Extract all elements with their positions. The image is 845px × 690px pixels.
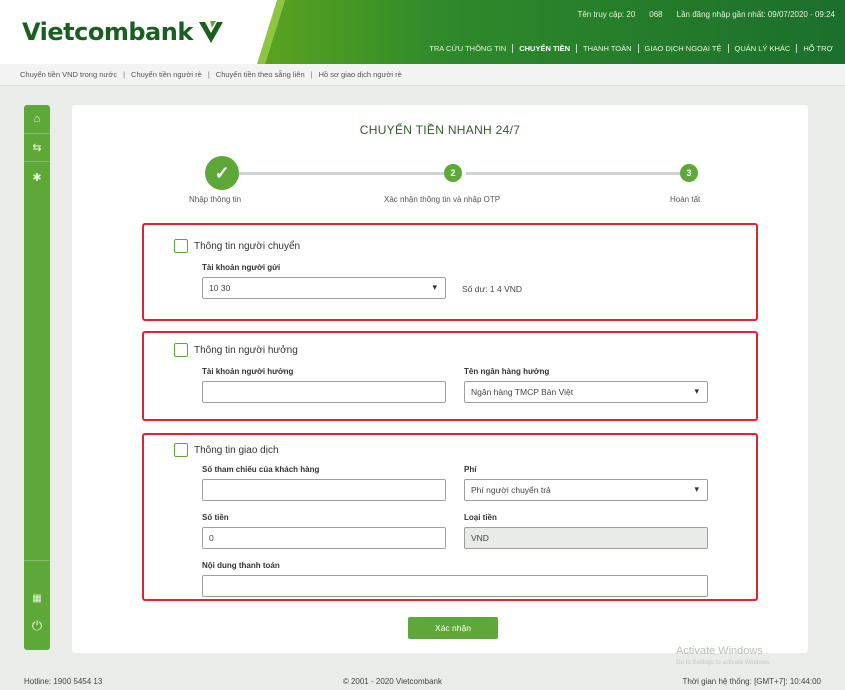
submenu-batch[interactable]: Chuyển tiền theo sẵng liên: [216, 70, 305, 79]
sidebar-divider: [24, 560, 50, 561]
progress-steps: ✓ 2 3 Nhập thông tin Xác nhận thông tin …: [72, 153, 808, 213]
home-icon[interactable]: ⌂: [24, 113, 50, 125]
submenu-charity[interactable]: Chuyển tiền người rè: [131, 70, 202, 79]
sender-icon: [174, 239, 188, 253]
system-time-text: Thời gian hệ thống: [GMT+7]: 10:44:00: [682, 676, 821, 686]
transfer-panel: CHUYỂN TIỀN NHANH 24/7 ✓ 2 3 Nhập thông …: [72, 105, 808, 653]
sender-title: Thông tin người chuyển: [174, 239, 300, 253]
step-connector: [224, 172, 450, 175]
step-2-label: Xác nhận thông tin và nhập OTP: [384, 195, 501, 204]
language-flag-icon[interactable]: ▦: [24, 593, 50, 604]
menu-thanh-toan[interactable]: THANH TOÁN: [576, 44, 637, 53]
confirm-button[interactable]: Xác nhận: [408, 617, 498, 639]
menu-ngoai-te[interactable]: GIAO DỊCH NGOẠI TỆ: [637, 44, 728, 53]
submenu-separator: |: [310, 70, 313, 79]
logo-text: Vietcombank: [22, 18, 193, 46]
sender-section: Thông tin người chuyển Tài khoản người g…: [142, 223, 758, 321]
page-title: CHUYỂN TIỀN NHANH 24/7: [359, 123, 521, 137]
main-menu: TRA CỨU THÔNG TIN CHUYỂN TIỀN THANH TOÁN…: [423, 44, 839, 53]
content-label: Nội dung thanh toán: [202, 561, 280, 570]
footer: Hotline: 1900 5454 13 © 2001 - 2020 Viet…: [0, 672, 845, 690]
receiver-bank-label: Tên ngân hàng hưởng: [464, 367, 550, 376]
header: Vietcombank Tên truy cập: 20 068 Lần đăn…: [0, 0, 845, 64]
settings-icon[interactable]: ✱: [24, 171, 50, 184]
step-connector: [466, 172, 686, 175]
step-3-circle: 3: [680, 164, 698, 182]
currency-label: Loại tiền: [464, 513, 497, 522]
receiver-title-text: Thông tin người hưởng: [194, 344, 298, 356]
hotline-text: Hotline: 1900 5454 13: [24, 676, 103, 686]
copyright-text: © 2001 - 2020 Vietcombank: [342, 676, 442, 686]
username-text: Tên truy cập: 20: [577, 10, 636, 19]
amount-label: Số tiền: [202, 513, 229, 522]
step-2-circle: 2: [444, 164, 462, 182]
transaction-title: Thông tin giao dịch: [174, 443, 279, 457]
receiver-title: Thông tin người hưởng: [174, 343, 298, 357]
sidebar-divider: [24, 161, 50, 162]
transaction-icon: [174, 443, 188, 457]
menu-tra-cuu[interactable]: TRA CỨU THÔNG TIN: [423, 44, 512, 53]
transaction-title-text: Thông tin giao dịch: [194, 444, 279, 456]
sub-menu: Chuyển tiền VND trong nước | Chuyển tiền…: [0, 64, 845, 86]
last-login-text: Lần đăng nhập gần nhất: 09/07/2020 - 09:…: [676, 10, 835, 19]
submenu-domestic[interactable]: Chuyển tiền VND trong nước: [20, 70, 117, 79]
step-1-label: Nhập thông tin: [189, 195, 242, 204]
submenu-separator: |: [207, 70, 210, 79]
fee-value: Phí người chuyển trả: [471, 485, 551, 495]
logout-power-icon[interactable]: ⏻: [24, 618, 50, 634]
fee-label: Phí: [464, 465, 477, 474]
menu-chuyen-tien[interactable]: CHUYỂN TIỀN: [512, 44, 576, 53]
receiver-icon: [174, 343, 188, 357]
receiver-section: Thông tin người hưởng Tài khoản người hư…: [142, 331, 758, 421]
fee-select[interactable]: Phí người chuyển trả: [464, 479, 708, 501]
vietcombank-logo[interactable]: Vietcombank: [22, 18, 226, 46]
left-sidebar: ⌂ ⇆ ✱ ▦ ⏻: [24, 105, 50, 650]
submenu-history[interactable]: Hồ sơ giao dịch người rè: [319, 70, 402, 79]
menu-quan-ly-khac[interactable]: QUẢN LÝ KHÁC: [727, 44, 797, 53]
transaction-section: Thông tin giao dịch Số tham chiếu của kh…: [142, 433, 758, 601]
receiver-bank-value: Ngân hàng TMCP Bản Việt: [471, 387, 574, 397]
sender-account-select[interactable]: 0 10 30: [202, 277, 446, 299]
reference-label: Số tham chiếu của khách hàng: [202, 465, 320, 474]
logo-mark-icon: [198, 21, 223, 43]
submenu-separator: |: [123, 70, 126, 79]
sender-account-text: 10 30: [209, 283, 231, 293]
menu-ho-tro[interactable]: HỖ TRỢ: [796, 44, 839, 53]
receiver-account-label: Tài khoản người hưởng: [202, 367, 294, 376]
sender-account-label: Tài khoản người gửi: [202, 263, 281, 272]
currency-field: VND: [464, 527, 708, 549]
sidebar-divider: [24, 133, 50, 134]
step-3-label: Hoàn tất: [670, 195, 701, 204]
sender-title-text: Thông tin người chuyển: [194, 240, 301, 252]
activate-windows-watermark: Activate Windows: [676, 645, 763, 657]
content-input[interactable]: [202, 575, 708, 597]
user-info: Tên truy cập: 20 068 Lần đăng nhập gần n…: [577, 10, 835, 19]
amount-input[interactable]: 0: [202, 527, 446, 549]
activate-windows-subtext: Go to Settings to activate Windows.: [676, 660, 771, 666]
sender-balance: Số dư: 1 4 VND: [462, 284, 523, 294]
step-1-check-icon: ✓: [205, 156, 239, 190]
receiver-bank-select[interactable]: Ngân hàng TMCP Bản Việt: [464, 381, 708, 403]
reference-input[interactable]: [202, 479, 446, 501]
transfer-icon[interactable]: ⇆: [24, 141, 50, 154]
username-suffix: 068: [649, 10, 663, 19]
receiver-account-input[interactable]: [202, 381, 446, 403]
